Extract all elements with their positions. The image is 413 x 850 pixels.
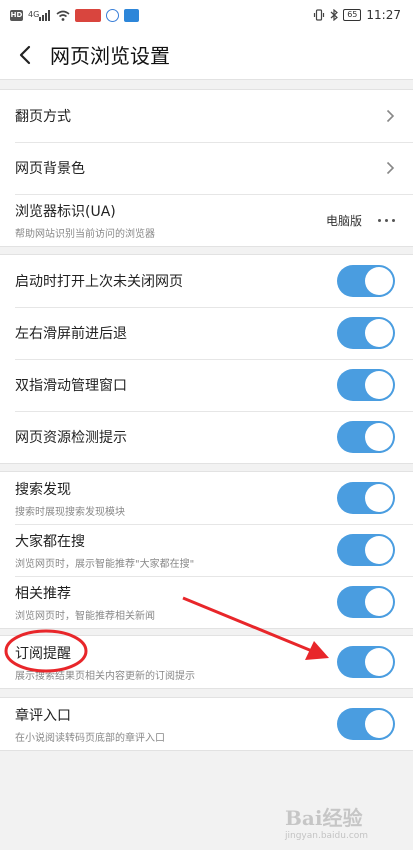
setting-title: 翻页方式 xyxy=(15,109,71,125)
setting-chapter-comment-entry: 章评入口 在小说阅读转码页底部的章评入口 xyxy=(0,698,413,750)
toggle-switch[interactable] xyxy=(337,369,395,401)
status-right: 65 11:27 xyxy=(313,8,401,22)
setting-subtitle: 浏览网页时，展示智能推荐"大家都在搜" xyxy=(15,558,195,570)
toggle-knob xyxy=(365,319,393,347)
vibrate-icon xyxy=(313,9,325,21)
setting-user-agent[interactable]: 浏览器标识(UA) 帮助网站识别当前访问的浏览器 电脑版 xyxy=(0,194,413,246)
chevron-right-icon xyxy=(386,161,395,175)
toggle-switch[interactable] xyxy=(337,534,395,566)
setting-title: 双指滑动管理窗口 xyxy=(15,378,127,394)
setting-related-recommendations: 相关推荐 浏览网页时，智能推荐相关新闻 xyxy=(0,576,413,628)
setting-title: 搜索发现 xyxy=(15,481,71,498)
setting-text: 大家都在搜 浏览网页时，展示智能推荐"大家都在搜" xyxy=(15,531,194,570)
group-subscription: 订阅提醒 展示搜索结果页相关内容更新的订阅提示 xyxy=(0,635,413,689)
setting-restore-tabs: 启动时打开上次未关闭网页 xyxy=(0,255,413,307)
back-arrow-icon xyxy=(19,45,31,64)
toggle-switch[interactable] xyxy=(337,317,395,349)
setting-trending-searches: 大家都在搜 浏览网页时，展示智能推荐"大家都在搜" xyxy=(0,524,413,576)
clock-time: 11:27 xyxy=(366,8,401,22)
blue-app-icon xyxy=(124,8,140,22)
setting-title: 章评入口 xyxy=(15,707,71,724)
setting-subtitle: 在小说阅读转码页底部的章评入口 xyxy=(15,732,165,744)
setting-text: 订阅提醒 展示搜索结果页相关内容更新的订阅提示 xyxy=(15,643,195,682)
setting-text: 浏览器标识(UA) 帮助网站识别当前访问的浏览器 xyxy=(15,201,155,240)
group-chapter-comments: 章评入口 在小说阅读转码页底部的章评入口 xyxy=(0,697,413,751)
wifi-icon xyxy=(56,10,70,21)
setting-page-turn-mode[interactable]: 翻页方式 xyxy=(0,90,413,142)
setting-title: 左右滑屏前进后退 xyxy=(15,326,127,342)
status-bar: HD 4G 65 11:27 xyxy=(0,0,413,30)
setting-swipe-navigation: 左右滑屏前进后退 xyxy=(0,307,413,359)
toggle-knob xyxy=(365,648,393,676)
setting-subtitle: 帮助网站识别当前访问的浏览器 xyxy=(15,228,155,240)
group-recommendations: 搜索发现 搜索时展现搜索发现模块 大家都在搜 浏览网页时，展示智能推荐"大家都在… xyxy=(0,471,413,629)
toggle-knob xyxy=(365,484,393,512)
setting-text: 相关推荐 浏览网页时，智能推荐相关新闻 xyxy=(15,583,155,622)
ua-value-area: 电脑版 xyxy=(326,212,395,229)
setting-title: 相关推荐 xyxy=(15,585,71,602)
setting-title: 订阅提醒 xyxy=(15,645,71,662)
setting-title: 大家都在搜 xyxy=(15,533,85,550)
toggle-knob xyxy=(365,423,393,451)
back-button[interactable] xyxy=(0,30,50,80)
status-left: HD 4G xyxy=(10,8,140,22)
setting-subtitle: 展示搜索结果页相关内容更新的订阅提示 xyxy=(15,670,195,682)
more-icon[interactable] xyxy=(378,218,395,222)
setting-title: 浏览器标识(UA) xyxy=(15,203,116,220)
toggle-switch[interactable] xyxy=(337,265,395,297)
red-app-icon xyxy=(75,8,102,22)
toggle-switch[interactable] xyxy=(337,586,395,618)
toggle-switch[interactable] xyxy=(337,708,395,740)
watermark: Bai经验 jingyan.baidu.com xyxy=(285,802,407,842)
setting-resource-detection: 网页资源检测提示 xyxy=(0,411,413,463)
battery-icon: 65 xyxy=(343,9,362,21)
group-browsing: 启动时打开上次未关闭网页 左右滑屏前进后退 双指滑动管理窗口 网页资源检测提示 xyxy=(0,254,413,464)
setting-search-discovery: 搜索发现 搜索时展现搜索发现模块 xyxy=(0,472,413,524)
chevron-right-icon xyxy=(386,109,395,123)
ua-value: 电脑版 xyxy=(325,213,362,228)
title-bar: 网页浏览设置 xyxy=(0,30,413,80)
toggle-knob xyxy=(365,536,393,564)
watermark-logo: Bai经验 xyxy=(285,806,363,830)
setting-page-background[interactable]: 网页背景色 xyxy=(0,142,413,194)
setting-subtitle: 搜索时展现搜索发现模块 xyxy=(15,506,125,518)
setting-subscription-reminder: 订阅提醒 展示搜索结果页相关内容更新的订阅提示 xyxy=(0,636,413,688)
signal-4g-icon: 4G xyxy=(28,9,51,21)
setting-title: 启动时打开上次未关闭网页 xyxy=(15,274,183,290)
setting-title: 网页资源检测提示 xyxy=(15,430,127,446)
toggle-knob xyxy=(365,267,393,295)
watermark-url: jingyan.baidu.com xyxy=(285,831,369,841)
toggle-knob xyxy=(365,588,393,616)
network-label: 4G xyxy=(28,10,40,19)
hd-icon: HD xyxy=(10,9,23,21)
bluetooth-icon xyxy=(330,9,339,21)
toggle-switch[interactable] xyxy=(337,482,395,514)
setting-two-finger-window: 双指滑动管理窗口 xyxy=(0,359,413,411)
setting-text: 搜索发现 搜索时展现搜索发现模块 xyxy=(15,479,125,518)
toggle-switch[interactable] xyxy=(337,421,395,453)
toggle-knob xyxy=(365,710,393,738)
setting-title: 网页背景色 xyxy=(15,161,85,177)
toggle-knob xyxy=(365,371,393,399)
page-title: 网页浏览设置 xyxy=(50,44,170,68)
setting-text: 章评入口 在小说阅读转码页底部的章评入口 xyxy=(15,705,165,744)
toggle-switch[interactable] xyxy=(337,646,395,678)
group-page-display: 翻页方式 网页背景色 浏览器标识(UA) 帮助网站识别当前访问的浏览器 电脑版 xyxy=(0,89,413,247)
circle-app-icon xyxy=(106,8,120,22)
setting-subtitle: 浏览网页时，智能推荐相关新闻 xyxy=(15,610,155,622)
